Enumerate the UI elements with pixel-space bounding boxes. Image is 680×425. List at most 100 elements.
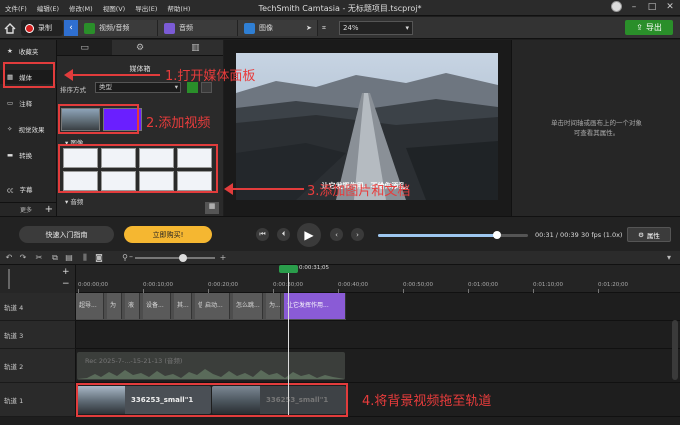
play-icon[interactable]: ▶ — [297, 223, 321, 247]
star-icon: ★ — [7, 47, 13, 55]
annotation-clip[interactable]: 液 — [125, 293, 140, 319]
annotation-clip[interactable]: 设备... — [143, 293, 171, 319]
timeline-scrollbar[interactable] — [672, 320, 678, 380]
timeline-ruler[interactable]: 0:00:00;000:00:10;000:00:20;000:00:30;00… — [76, 265, 680, 293]
playhead[interactable]: 0:00:31;05 — [279, 265, 329, 415]
properties-button-label: 属性 — [646, 231, 660, 240]
media-tabs: ▭ ⚙ ▥ — [57, 40, 223, 56]
minimize-icon[interactable]: – — [628, 2, 640, 12]
export-button[interactable]: ⇪ 导出 — [625, 20, 673, 35]
split-icon[interactable]: ⫼ — [80, 253, 90, 263]
tab-audio[interactable]: 音频 — [158, 20, 238, 36]
maximize-icon[interactable]: □ — [646, 2, 658, 12]
redo-icon[interactable]: ↷ — [18, 253, 28, 263]
scrubber-handle[interactable] — [492, 231, 501, 239]
paste-icon[interactable]: ▤ — [64, 253, 74, 263]
tab-books-icon[interactable]: ▥ — [168, 40, 223, 55]
audio-section-header[interactable]: ▾ 音频 — [65, 196, 83, 206]
preview-canvas[interactable]: 让它发挥作用。不给你添乱。 — [236, 53, 498, 200]
annotation-step4: 4.将背景视频拖至轨道 — [362, 394, 492, 409]
ruler-tick-label: 0:00:50;00 — [403, 282, 434, 288]
close-icon[interactable]: ✕ — [664, 2, 676, 12]
annotation-clip[interactable]: 为... — [266, 293, 281, 319]
pointer-tool-icon[interactable]: ➤ — [306, 20, 312, 36]
properties-button[interactable]: ⚙ 属性 — [627, 227, 671, 242]
plus-icon[interactable]: + — [45, 204, 53, 215]
track-label-1[interactable]: 轨道 1 — [0, 383, 76, 417]
sidebar-item-favorites[interactable]: ★ 收藏夹 — [0, 44, 57, 58]
annotation-clip[interactable]: 为 — [107, 293, 122, 319]
ruler-tick-label: 0:01:10;00 — [533, 282, 564, 288]
sort-label: 排序方式 — [60, 86, 86, 94]
properties-text-line2: 可查看其属性。 — [573, 129, 620, 137]
crop-tool-icon[interactable]: ⌗ — [322, 20, 326, 36]
audio-clip[interactable]: Rec 2025-7-...-15-21-13 (音频) — [77, 352, 345, 380]
buy-now-button[interactable]: 立即购买! — [124, 226, 212, 243]
tab-video-audio[interactable]: 视频/音频 — [78, 20, 158, 36]
playhead-time: 0:00:31;05 — [299, 265, 330, 271]
tab-video-audio-label: 视频/音频 — [99, 24, 130, 32]
annotation-clip[interactable]: 怎么跳... — [233, 293, 263, 319]
ruler-tick-label: 0:01:20;00 — [598, 282, 629, 288]
playback-scrubber[interactable] — [378, 231, 528, 239]
toolbar-tabs: ‹ 视频/音频 音频 图像 — [64, 20, 318, 36]
step-back-icon[interactable]: ⏮ — [256, 228, 269, 241]
timeline-zoom-handle[interactable] — [179, 254, 187, 262]
prev-frame-icon[interactable]: ⏴ — [277, 228, 290, 241]
track-4[interactable]: 超导... 为 液 设备... 其... 信... 启动... 怎么跳... 为… — [76, 293, 680, 321]
annotation-clip[interactable]: 启动... — [202, 293, 230, 319]
track-3[interactable] — [76, 321, 680, 349]
playhead-handle[interactable] — [279, 265, 298, 273]
camtasia-window: 文件(F) 编辑(E) 修改(M) 视图(V) 导出(E) 帮助(H) Tech… — [0, 0, 680, 425]
undo-icon[interactable]: ↶ — [4, 253, 14, 263]
timeline-header: + − — [0, 265, 76, 293]
copy-icon[interactable]: ⧉ — [50, 253, 60, 263]
camera-icon[interactable]: ◙ — [94, 253, 104, 263]
magnet-icon[interactable] — [8, 269, 10, 289]
tab-image-label: 图像 — [259, 24, 273, 32]
next-clip-icon[interactable]: › — [351, 228, 364, 241]
video-icon — [84, 22, 95, 34]
audio-icon — [164, 22, 175, 34]
transition-icon: ▬ — [7, 151, 14, 159]
zoom-select[interactable]: 24% ▾ — [339, 21, 413, 35]
quick-start-button[interactable]: 快速入门指南 — [19, 226, 114, 243]
arrow-head-icon — [64, 69, 73, 81]
tab-library-icon[interactable]: ⚙ — [112, 40, 167, 55]
ruler-tick-label: 0:00:20;00 — [208, 282, 239, 288]
properties-empty-text: 单击时间轴或画布上的一个对象 可查看其属性。 — [512, 118, 680, 138]
main-toolbar: 录制 ‹ 视频/音频 音频 图像 ➤ ⌗ 24% ▾ ⇪ 导出 — [0, 17, 680, 39]
record-button[interactable]: 录制 — [21, 20, 63, 36]
timeline-zoom-slider[interactable] — [135, 254, 215, 262]
timeline-menu-icon[interactable]: ▾ — [664, 253, 674, 263]
sidebar-item-visual-effects[interactable]: ✧ 视觉效果 — [0, 122, 57, 136]
sidebar-item-captions[interactable]: ㏄字幕 — [0, 182, 57, 196]
cut-icon[interactable]: ✂ — [34, 253, 44, 263]
zoom-in-icon[interactable]: + — [218, 253, 228, 263]
remove-track-icon[interactable]: − — [62, 279, 70, 289]
collapse-icon[interactable]: ‹ — [64, 20, 78, 36]
timeline-toolbar: ↶ ↷ ✂ ⧉ ▤ ⫼ ◙ ⚲ – + ▾ — [0, 251, 680, 265]
avatar[interactable] — [611, 1, 622, 12]
wand-icon: ✧ — [7, 125, 13, 133]
fps-readout: 30 fps (1.0x) — [581, 231, 623, 239]
annotation-clip[interactable]: 超导... — [76, 293, 104, 319]
sidebar-item-annotations[interactable]: ▭ 注释 — [0, 96, 57, 110]
prev-clip-icon[interactable]: ‹ — [330, 228, 343, 241]
arrow-step3 — [232, 188, 304, 190]
caption-clip[interactable]: 让它发挥作用... — [284, 293, 346, 319]
track-label-4[interactable]: 轨道 4 — [0, 293, 76, 321]
tab-media-bin-icon[interactable]: ▭ — [57, 40, 113, 55]
track-label-3[interactable]: 轨道 3 — [0, 321, 76, 349]
grid-toggle-icon[interactable]: ▦ — [205, 202, 219, 214]
annotation-clip[interactable]: 其... — [174, 293, 192, 319]
track-label-2[interactable]: 轨道 2 — [0, 349, 76, 383]
audio-section-label: 音频 — [70, 198, 84, 206]
more-button[interactable]: 更多 — [20, 205, 32, 214]
home-icon[interactable] — [4, 20, 18, 36]
highlight-videos — [58, 104, 139, 134]
sidebar-item-transitions[interactable]: ▬ 转换 — [0, 148, 57, 162]
track-2[interactable]: Rec 2025-7-...-15-21-13 (音频) — [76, 349, 680, 383]
add-track-icon[interactable]: + — [62, 267, 70, 277]
arrow-step1 — [72, 74, 160, 76]
